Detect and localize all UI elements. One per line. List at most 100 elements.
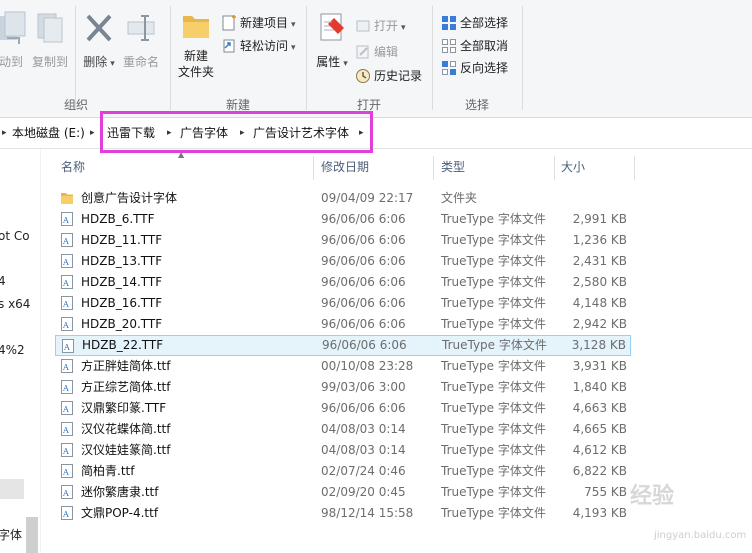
font-file-icon: A [61,443,73,457]
file-size: 1,840 KB [572,380,627,394]
font-file-icon: A [61,212,73,226]
file-type: TrueType 字体文件 [441,317,546,331]
organize-group: 动到 复制到 删除 ▾ 重命名 组织 [0,0,159,117]
copy-to-button[interactable]: 复制到 [30,8,70,70]
file-row[interactable]: A HDZB_22.TTF 96/06/06 6:06 TrueType 字体文件 3,… [55,335,631,356]
file-date: 96/06/06 6:06 [321,401,406,415]
open-label: 打开 [374,19,399,33]
file-row[interactable]: A 文鼎POP-4.ttf 98/12/14 15:58 TrueType 字体文件 4… [55,503,631,524]
file-row[interactable]: A HDZB_13.TTF 96/06/06 6:06 TrueType 字体文件 2,… [55,251,631,272]
file-name: HDZB_14.TTF [81,275,163,289]
file-row[interactable]: A HDZB_6.TTF 96/06/06 6:06 TrueType 字体文件 2,9… [55,209,631,230]
select-all-icon [442,15,456,30]
invert-selection-icon [442,60,456,75]
breadcrumb-separator-icon[interactable]: ▸ [90,118,95,148]
file-type: TrueType 字体文件 [441,380,546,394]
history-label: 历史记录 [374,69,423,83]
file-row[interactable]: A HDZB_16.TTF 96/06/06 6:06 TrueType 字体文件 4,… [55,293,631,314]
file-size: 3,128 KB [571,338,626,352]
svg-text:A: A [62,510,69,519]
sort-ascending-icon: ▲ [178,150,185,159]
file-name: 汉仪娃娃篆简.ttf [81,443,171,457]
column-header-date[interactable]: 修改日期 [321,149,369,185]
navigation-pane: ot Co 4 s x64 4%2 字体 [0,149,41,553]
file-name: HDZB_11.TTF [81,233,163,247]
file-row[interactable]: A HDZB_20.TTF 96/06/06 6:06 TrueType 字体文件 2,… [55,314,631,335]
folder-row[interactable]: 创意广告设计字体 09/04/09 22:17 文件夹 [55,188,631,209]
file-size: 3,931 KB [572,359,627,373]
delete-button[interactable]: 删除 ▾ [80,8,118,72]
nav-item[interactable]: ot Co [0,229,30,243]
nav-selected-item[interactable] [0,479,24,499]
breadcrumb-separator-icon: ▸ [2,128,7,138]
file-size: 4,612 KB [572,443,627,457]
dropdown-caret-icon: ▾ [401,23,406,33]
file-row[interactable]: A 方正胖娃简体.ttf 00/10/08 23:28 TrueType 字体文件 3,… [55,356,631,377]
history-button[interactable]: 历史记录 [355,66,422,86]
svg-text:A: A [62,447,69,456]
delete-label: 删除 ▾ [83,55,115,69]
svg-text:A: A [62,426,69,435]
invert-selection-button[interactable]: 反向选择 [441,58,508,78]
file-row[interactable]: A 汉仪娃娃篆简.ttf 04/08/03 0:14 TrueType 字体文件 4,6… [55,440,631,461]
font-file-icon: A [61,317,73,331]
file-date: 96/06/06 6:06 [321,275,406,289]
file-row[interactable]: A 迷你繁唐隶.ttf 02/09/20 0:45 TrueType 字体文件 755 … [55,482,631,503]
file-date: 02/07/24 0:46 [321,464,406,478]
properties-icon [320,13,344,41]
file-row[interactable]: A 简柏青.ttf 02/07/24 0:46 TrueType 字体文件 6,822 … [55,461,631,482]
column-divider[interactable] [634,156,635,180]
easy-access-button[interactable]: 轻松访问 ▾ [221,36,296,56]
file-row[interactable]: A HDZB_11.TTF 96/06/06 6:06 TrueType 字体文件 1,… [55,230,631,251]
column-header-type[interactable]: 类型 [441,149,465,185]
file-date: 09/04/09 22:17 [321,191,414,205]
nav-scrollbar[interactable] [26,517,38,553]
file-size: 2,580 KB [572,275,627,289]
open-button[interactable]: 打开 ▾ [355,16,406,36]
file-row[interactable]: A HDZB_14.TTF 96/06/06 6:06 TrueType 字体文件 2,… [55,272,631,293]
svg-text:A: A [62,279,69,288]
breadcrumb-item-drive[interactable]: 本地磁盘 (E:) [12,118,85,148]
column-divider[interactable] [554,156,555,180]
font-file-icon: A [61,380,73,394]
new-item-button[interactable]: 新建项目 ▾ [221,13,296,33]
file-row[interactable]: A 汉鼎繁印篆.TTF 96/06/06 6:06 TrueType 字体文件 4,66… [55,398,631,419]
column-header-size[interactable]: 大小 [561,149,585,185]
file-date: 96/06/06 6:06 [322,338,407,352]
file-size: 4,665 KB [572,422,627,436]
select-group-label: 选择 [464,98,489,112]
new-folder-button[interactable]: 新建 文件夹 [175,8,217,80]
move-to-icon [0,11,26,44]
file-size: 4,148 KB [572,296,627,310]
nav-item[interactable]: 字体 [0,526,22,543]
edit-button[interactable]: 编辑 [355,42,398,62]
delete-x-icon [86,14,112,42]
properties-button[interactable]: 属性 ▾ [315,8,349,72]
file-size: 6,822 KB [572,464,627,478]
column-divider[interactable] [313,156,314,180]
file-row[interactable]: A 汉仪花蝶体简.ttf 04/08/03 0:14 TrueType 字体文件 4,6… [55,419,631,440]
select-none-button[interactable]: 全部取消 [441,36,508,56]
invert-selection-label: 反向选择 [460,61,509,75]
select-all-button[interactable]: 全部选择 [441,13,508,33]
file-date: 04/08/03 0:14 [321,422,406,436]
nav-item[interactable]: s x64 [0,297,30,311]
column-divider[interactable] [433,156,434,180]
file-name: 简柏青.ttf [81,464,135,478]
file-name: 汉仪花蝶体简.ttf [81,422,171,436]
column-header-name[interactable]: 名称 [61,149,85,185]
nav-item[interactable]: 4 [0,274,6,288]
move-to-button[interactable]: 动到 [0,8,30,70]
file-date: 96/06/06 6:06 [321,254,406,268]
file-type: TrueType 字体文件 [442,338,547,352]
rename-button[interactable]: 重命名 [120,8,162,70]
open-icon [356,20,370,31]
highlight-box [100,111,373,153]
file-type: TrueType 字体文件 [441,506,546,520]
file-row[interactable]: A 方正综艺简体.ttf 99/03/06 3:00 TrueType 字体文件 1,8… [55,377,631,398]
file-date: 02/09/20 0:45 [321,485,406,499]
nav-item[interactable]: 4%2 [0,343,25,357]
svg-text:A: A [62,405,69,414]
font-file-icon: A [62,339,74,353]
select-none-label: 全部取消 [460,39,509,53]
